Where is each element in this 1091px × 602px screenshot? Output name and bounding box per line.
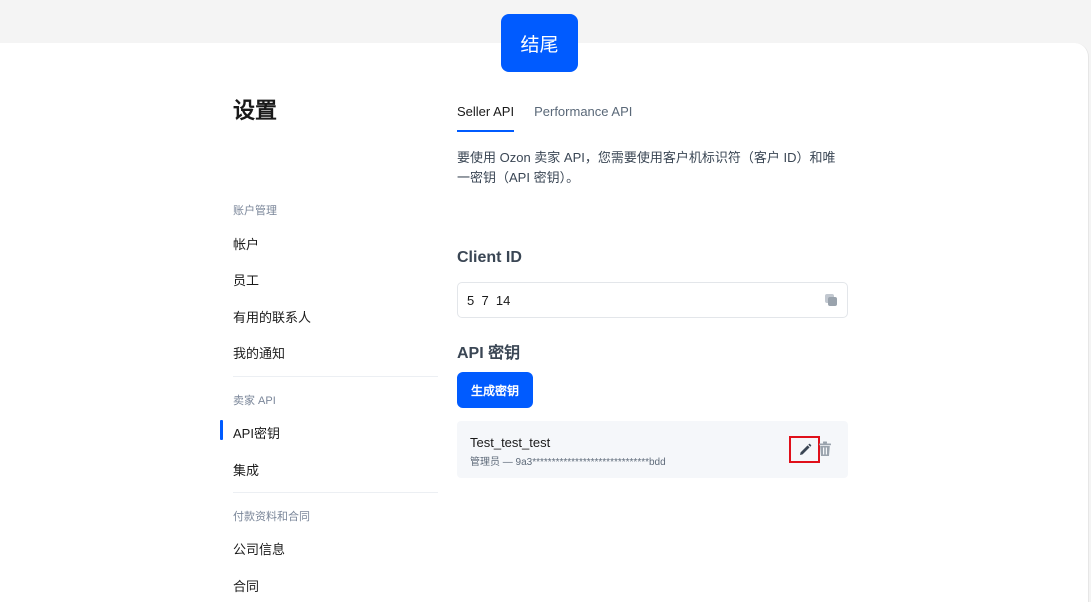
client-id-value: 5 7 14 (467, 292, 511, 308)
client-id-heading: Client ID (457, 249, 522, 266)
sidebar-divider (233, 492, 438, 493)
sidebar-item-api-keys[interactable]: API密钥 (220, 420, 280, 442)
api-key-name: Test_test_test (470, 435, 551, 450)
api-description: 要使用 Ozon 卖家 API，您需要使用客户机标识符（客户 ID）和唯一密钥（… (457, 150, 836, 185)
edit-key-button[interactable] (789, 436, 820, 463)
group-label-seller-api: 卖家 API (233, 395, 276, 407)
sidebar-item-contracts[interactable]: 合同 (233, 576, 259, 595)
client-id-field[interactable]: 5 7 14 (457, 282, 848, 318)
tab-seller-api[interactable]: Seller API (457, 104, 515, 132)
sidebar-item-account[interactable]: 帐户 (233, 234, 259, 253)
finish-button[interactable]: 结尾 (501, 14, 578, 72)
page-title: 设置 (233, 98, 278, 123)
api-tabs: Seller API Performance API (457, 104, 652, 132)
pencil-icon (799, 443, 811, 455)
generate-key-button[interactable]: 生成密钥 (457, 372, 533, 408)
sidebar-item-employees[interactable]: 员工 (233, 270, 259, 289)
trash-icon[interactable] (818, 441, 832, 457)
api-key-meta: 管理员 — 9a3******************************b… (470, 457, 666, 468)
sidebar-item-company-info[interactable]: 公司信息 (233, 539, 285, 558)
sidebar-item-notifications[interactable]: 我的通知 (233, 343, 285, 362)
group-label-account: 账户管理 (233, 205, 277, 217)
tab-performance-api[interactable]: Performance API (534, 104, 632, 132)
sidebar-item-contacts[interactable]: 有用的联系人 (233, 307, 311, 326)
settings-sidebar: 设置 账户管理 帐户 员工 有用的联系人 我的通知 卖家 API API密钥 集… (220, 98, 438, 594)
copy-icon[interactable] (824, 293, 838, 307)
sidebar-divider (233, 376, 438, 377)
api-keys-heading: API 密钥 (457, 345, 521, 362)
group-label-payments: 付款资料和合同 (233, 511, 310, 523)
sidebar-item-integrations[interactable]: 集成 (233, 460, 259, 479)
api-key-item: Test_test_test 管理员 — 9a3****************… (457, 421, 848, 478)
